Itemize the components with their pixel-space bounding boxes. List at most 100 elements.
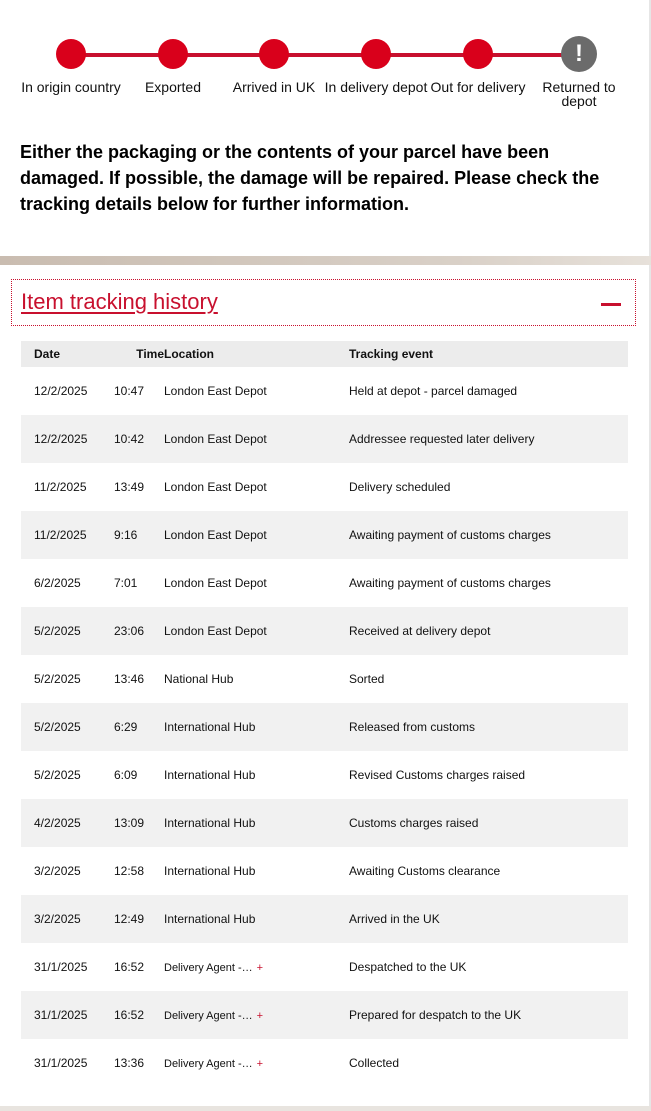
row-event: Addressee requested later delivery (349, 415, 628, 463)
row-location: International Hub (164, 799, 349, 847)
row-location-text: Delivery Agent -… (164, 1010, 253, 1022)
expand-plus-icon[interactable]: + (257, 1010, 263, 1022)
row-date: 12/2/2025 (34, 384, 88, 398)
table-row: 6/2/2025 7:01 London East Depot Awaiting… (21, 559, 628, 607)
column-header-tracking-event: Tracking event (349, 341, 628, 367)
step-in-origin-country: In origin country (16, 36, 126, 94)
row-location: London East Depot (164, 607, 349, 655)
step-label: Returned to depot (542, 79, 616, 109)
row-event: Awaiting payment of customs charges (349, 511, 628, 559)
table-row: 12/2/2025 10:47 London East Depot Held a… (21, 367, 628, 415)
row-time: 13:49 (114, 480, 145, 494)
table-row: 5/2/2025 6:29 International Hub Released… (21, 703, 628, 751)
row-location: Delivery Agent -… + (164, 991, 349, 1039)
row-event: Revised Customs charges raised (349, 768, 526, 782)
row-event: Prepared for despatch to the UK (349, 991, 628, 1039)
step-returned-to-depot: ! Returned to depot (524, 36, 634, 108)
row-date: 3/2/2025 (34, 864, 81, 878)
row-date: 31/1/2025 (34, 960, 88, 974)
expand-plus-icon[interactable]: + (257, 962, 263, 974)
row-date: 5/2/2025 (21, 607, 114, 655)
table-row: 31/1/2025 16:52 Delivery Agent -… + Prepa… (21, 991, 628, 1039)
row-location: International Hub (164, 703, 349, 751)
exclamation-icon: ! (561, 36, 597, 72)
row-date: 5/2/2025 (34, 768, 81, 782)
row-time: 16:52 (114, 991, 164, 1039)
minus-icon[interactable] (601, 294, 621, 314)
column-header-time: Time (114, 341, 164, 367)
row-location: London East Depot (164, 511, 349, 559)
row-location: International Hub (164, 768, 256, 782)
row-time: 13:46 (114, 672, 145, 686)
step-out-for-delivery: Out for delivery (423, 36, 533, 94)
row-location: London East Depot (164, 415, 349, 463)
table-row: 11/2/2025 9:16 London East Depot Awaitin… (21, 511, 628, 559)
row-date: 31/1/2025 (21, 991, 114, 1039)
row-location-text: Delivery Agent -… (164, 1058, 253, 1070)
row-event: Awaiting Customs clearance (349, 864, 501, 878)
row-time: 12:49 (114, 895, 164, 943)
row-date: 3/2/2025 (21, 895, 114, 943)
row-event: Delivery scheduled (349, 480, 451, 494)
step-label: Arrived in UK (232, 79, 316, 95)
row-date: 4/2/2025 (21, 799, 114, 847)
row-event: Customs charges raised (349, 799, 628, 847)
row-event: Arrived in the UK (349, 895, 628, 943)
row-event: Collected (349, 1056, 400, 1070)
row-location: London East Depot (164, 384, 267, 398)
step-label: Exported (144, 79, 202, 95)
status-message: Either the packaging or the contents of … (20, 142, 600, 214)
row-location: London East Depot (164, 576, 267, 590)
table-row: 12/2/2025 10:42 London East Depot Addres… (21, 415, 628, 463)
history-panel-header[interactable]: Item tracking history (11, 279, 636, 326)
row-date: 5/2/2025 (34, 672, 81, 686)
row-event: Held at depot - parcel damaged (349, 384, 518, 398)
row-event: Awaiting payment of customs charges (349, 576, 551, 590)
complete-dot-icon (463, 39, 493, 69)
table-row: 31/1/2025 16:52 Delivery Agent -… + Despa… (21, 943, 628, 991)
row-event: Sorted (349, 672, 385, 686)
step-label: Out for delivery (430, 79, 526, 95)
history-panel-title[interactable]: Item tracking history (21, 289, 218, 315)
table-row: 3/2/2025 12:58 International Hub Awaitin… (21, 847, 628, 895)
row-location: Delivery Agent -… + (164, 1039, 349, 1087)
row-date: 11/2/2025 (34, 480, 87, 494)
complete-dot-icon (361, 39, 391, 69)
row-date: 5/2/2025 (21, 703, 114, 751)
table-row: 5/2/2025 23:06 London East Depot Receive… (21, 607, 628, 655)
row-date: 12/2/2025 (21, 415, 114, 463)
complete-dot-icon (56, 39, 86, 69)
step-arrived-in-uk: Arrived in UK (219, 36, 329, 94)
row-time: 10:42 (114, 415, 164, 463)
row-date: 31/1/2025 (34, 1056, 88, 1070)
section-divider (0, 256, 651, 265)
tracking-history-table: Date Time Location Tracking event 12/2/2… (21, 341, 628, 1087)
table-row: 5/2/2025 6:09 International Hub Revised … (21, 751, 628, 799)
row-time: 12:58 (114, 864, 145, 878)
step-exported: Exported (118, 36, 228, 94)
step-label: In delivery depot (324, 79, 428, 95)
column-header-date: Date (21, 341, 114, 367)
table-header-row: Date Time Location Tracking event (21, 341, 628, 367)
row-location-text: Delivery Agent -… (164, 962, 253, 974)
row-time: 6:09 (114, 768, 138, 782)
row-time: 23:06 (114, 607, 164, 655)
row-event: Despatched to the UK (349, 960, 467, 974)
table-row: 11/2/2025 13:49 London East Depot Delive… (21, 463, 628, 511)
row-location: Delivery Agent -… + (164, 943, 349, 991)
step-label: In origin country (21, 79, 121, 95)
row-time: 13:36 (114, 1056, 145, 1070)
row-time: 9:16 (114, 511, 164, 559)
row-time: 10:47 (114, 384, 145, 398)
row-time: 6:29 (114, 703, 164, 751)
table-row: 31/1/2025 13:36 Delivery Agent -… + Colle… (21, 1039, 628, 1087)
table-row: 3/2/2025 12:49 International Hub Arrived… (21, 895, 628, 943)
expand-plus-icon[interactable]: + (257, 1058, 263, 1070)
row-location: International Hub (164, 895, 349, 943)
row-location: London East Depot (164, 480, 267, 494)
row-time: 16:52 (114, 960, 145, 974)
step-in-delivery-depot: In delivery depot (321, 36, 431, 94)
row-time: 13:09 (114, 799, 164, 847)
row-event: Released from customs (349, 703, 628, 751)
row-location: International Hub (164, 864, 256, 878)
